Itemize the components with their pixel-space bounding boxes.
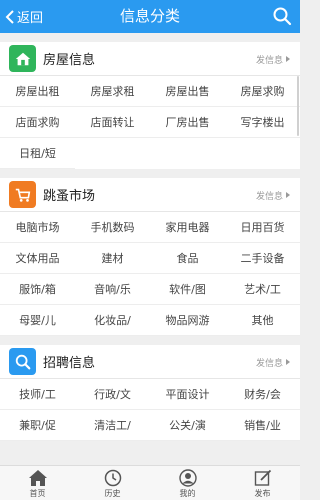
tab-home[interactable]: 首页: [0, 466, 75, 500]
category-item[interactable]: 其他: [225, 305, 300, 336]
category-item[interactable]: 日用百货: [225, 212, 300, 243]
category-item[interactable]: 店面转让: [75, 107, 150, 138]
category-item[interactable]: 行政/文: [75, 379, 150, 410]
category-list[interactable]: 房屋信息 发信息 房屋出租 房屋求租 房屋出售 房屋求购 店面求购 店面转让 厂…: [0, 33, 300, 465]
user-icon: [178, 469, 197, 487]
post-info-button[interactable]: 发信息: [256, 345, 290, 379]
tab-label: 发布: [254, 489, 271, 498]
category-item[interactable]: 房屋出租: [0, 76, 75, 107]
search-button[interactable]: [272, 6, 292, 26]
page-title: 信息分类: [119, 7, 180, 25]
category-item[interactable]: 清洁工/: [75, 410, 150, 441]
category-item[interactable]: 兼职/促: [0, 410, 75, 441]
post-info-label: 发信息: [255, 55, 283, 66]
section-flea-market: 跳蚤市场 发信息 电脑市场 手机数码 家用电器 日用百货 文体用品 建材 食品 …: [0, 178, 300, 336]
category-item[interactable]: 日租/短: [0, 138, 75, 169]
category-item[interactable]: 食品: [150, 243, 225, 274]
category-item[interactable]: 二手设备: [225, 243, 300, 274]
tab-mine[interactable]: 我的: [150, 466, 225, 500]
section-header: 房屋信息 发信息: [0, 42, 300, 76]
top-bar: 返回 信息分类: [0, 0, 300, 33]
section-title: 招聘信息: [43, 356, 96, 371]
tab-label: 我的: [179, 489, 196, 498]
category-item[interactable]: 公关/演: [150, 410, 225, 441]
magnifier-icon: [9, 348, 36, 375]
scrollbar[interactable]: [297, 76, 299, 136]
section-header: 跳蚤市场 发信息: [0, 178, 300, 212]
category-item[interactable]: 母婴/儿: [0, 305, 75, 336]
category-item[interactable]: 音响/乐: [75, 274, 150, 305]
section-housing: 房屋信息 发信息 房屋出租 房屋求租 房屋出售 房屋求购 店面求购 店面转让 厂…: [0, 42, 300, 169]
post-info-button[interactable]: 发信息: [256, 42, 290, 76]
tab-history[interactable]: 历史: [75, 466, 150, 500]
category-item[interactable]: 房屋求购: [225, 76, 300, 107]
edit-icon: [254, 469, 271, 486]
clock-icon: [104, 469, 121, 487]
post-info-label: 发信息: [255, 191, 283, 202]
section-recruitment: 招聘信息 发信息 技师/工 行政/文 平面设计 财务/会 兼职/促 清洁工/ 公…: [0, 345, 300, 441]
home-icon: [28, 470, 47, 486]
category-item[interactable]: 家用电器: [150, 212, 225, 243]
category-item[interactable]: 房屋求租: [75, 76, 150, 107]
category-item[interactable]: 电脑市场: [0, 212, 75, 243]
category-item[interactable]: 建材: [75, 243, 150, 274]
category-item[interactable]: 销售/业: [225, 410, 300, 441]
category-item[interactable]: 手机数码: [75, 212, 150, 243]
category-item[interactable]: 物品网游: [150, 305, 225, 336]
category-item[interactable]: 艺术/工: [225, 274, 300, 305]
category-item[interactable]: 技师/工: [0, 379, 75, 410]
bottom-tab-bar: 首页 历史 我的 发布: [0, 465, 300, 500]
category-item[interactable]: 平面设计: [150, 379, 225, 410]
category-item[interactable]: 文体用品: [0, 243, 75, 274]
category-item[interactable]: 化妆品/: [75, 305, 150, 336]
section-title: 房屋信息: [43, 53, 96, 68]
triangle-right-icon: [286, 56, 290, 62]
category-item[interactable]: 软件/图: [150, 274, 225, 305]
post-info-button[interactable]: 发信息: [256, 178, 290, 212]
section-header: 招聘信息 发信息: [0, 345, 300, 379]
category-item[interactable]: 服饰/箱: [0, 274, 75, 305]
cart-icon: [9, 181, 36, 208]
tab-label: 历史: [104, 489, 121, 498]
category-item[interactable]: 写字楼出: [225, 107, 300, 138]
section-title: 跳蚤市场: [43, 189, 96, 204]
tab-label: 首页: [29, 489, 46, 498]
category-item[interactable]: 房屋出售: [150, 76, 225, 107]
house-icon: [9, 45, 36, 72]
search-icon: [273, 7, 292, 26]
category-item[interactable]: 财务/会: [225, 379, 300, 410]
tab-publish[interactable]: 发布: [225, 466, 300, 500]
triangle-right-icon: [286, 192, 290, 198]
category-item[interactable]: 店面求购: [0, 107, 75, 138]
category-item[interactable]: 厂房出售: [150, 107, 225, 138]
triangle-right-icon: [286, 359, 290, 365]
post-info-label: 发信息: [255, 358, 283, 369]
